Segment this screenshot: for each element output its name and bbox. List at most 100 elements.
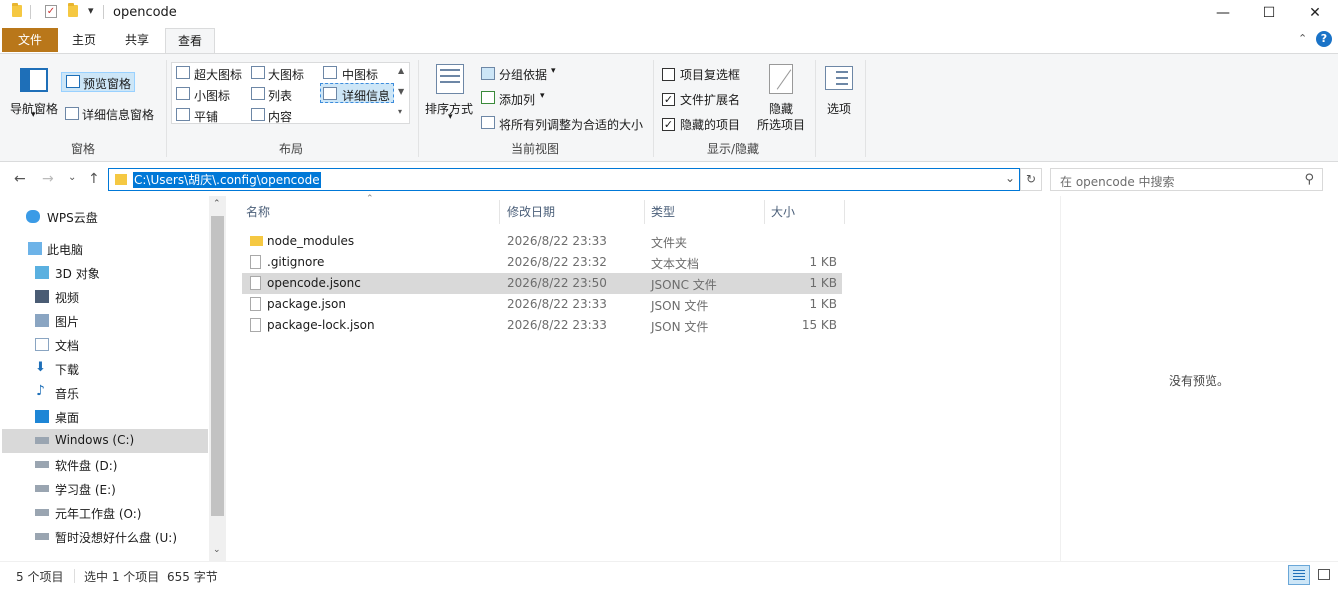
nav-item-downloads[interactable]: ⬇ 下载 xyxy=(2,357,208,381)
new-folder-icon[interactable] xyxy=(68,3,82,19)
refresh-button[interactable]: ↻ xyxy=(1020,168,1042,191)
nav-item-3d-objects[interactable]: 3D 对象 xyxy=(2,261,208,285)
tab-view[interactable]: 查看 xyxy=(165,28,215,55)
layout-details-selected[interactable]: 详细信息 xyxy=(320,83,394,103)
item-checkboxes-checkbox[interactable] xyxy=(662,68,675,81)
nav-item-pictures[interactable]: 图片 xyxy=(2,309,208,333)
layout-small[interactable]: 小图标 xyxy=(194,87,230,104)
layout-medium[interactable]: 中图标 xyxy=(342,66,378,83)
large-icons-view-icon xyxy=(1318,569,1330,580)
nav-item-music[interactable]: ♪ 音乐 xyxy=(2,381,208,405)
scroll-up-icon[interactable]: ⌃ xyxy=(213,199,221,209)
customize-toolbar-icon[interactable]: ▾ xyxy=(88,4,94,17)
nav-item-drive-u[interactable]: 暂时没想好什么盘 (U:) xyxy=(2,525,208,549)
maximize-button[interactable]: ☐ xyxy=(1246,0,1292,26)
gallery-expand-icon[interactable]: ▾ xyxy=(398,107,402,116)
nav-item-label: 桌面 xyxy=(55,411,80,425)
nav-item-label: 3D 对象 xyxy=(55,267,100,281)
large-icons-view-button[interactable] xyxy=(1314,565,1334,585)
search-input[interactable]: 在 opencode 中搜索 ⚲ xyxy=(1050,168,1323,191)
details-pane-button[interactable]: 详细信息窗格 xyxy=(61,104,161,124)
preview-pane-button[interactable]: 预览窗格 xyxy=(61,72,135,92)
address-bar[interactable]: C:\Users\胡庆\.config\opencode ⌄ xyxy=(108,168,1020,191)
navigation-pane: WPS云盘 此电脑 3D 对象 视频 图片 文档 ⬇ 下载 ♪ 音乐 桌面 Wi… xyxy=(0,196,226,561)
address-path[interactable]: C:\Users\胡庆\.config\opencode xyxy=(133,172,321,188)
status-bar: 5 个项目 选中 1 个项目 655 字节 xyxy=(0,561,1338,589)
tab-file[interactable]: 文件 xyxy=(2,28,58,52)
nav-item-desktop[interactable]: 桌面 xyxy=(2,405,208,429)
chevron-down-icon[interactable]: ▾ xyxy=(551,66,556,76)
file-row[interactable]: .gitignore 2026/8/22 23:32 文本文档 1 KB xyxy=(242,252,842,273)
properties-icon[interactable]: ✓ xyxy=(45,5,57,18)
up-button[interactable]: ↑ xyxy=(88,171,100,187)
column-header-modified[interactable]: 修改日期 xyxy=(507,201,555,225)
nav-item-wps-cloud[interactable]: WPS云盘 xyxy=(2,205,208,229)
search-placeholder: 在 opencode 中搜索 xyxy=(1060,175,1175,189)
details-view-button[interactable] xyxy=(1288,565,1310,585)
nav-item-videos[interactable]: 视频 xyxy=(2,285,208,309)
chevron-down-icon[interactable]: ▾ xyxy=(540,91,545,101)
nav-item-this-pc[interactable]: 此电脑 xyxy=(2,237,208,261)
forward-button[interactable]: → xyxy=(42,171,54,187)
chevron-down-icon[interactable]: ▾ xyxy=(448,112,453,122)
layout-list[interactable]: 列表 xyxy=(268,87,292,104)
minimize-button[interactable]: — xyxy=(1200,0,1246,26)
nav-item-documents[interactable]: 文档 xyxy=(2,333,208,357)
file-row[interactable]: node_modules 2026/8/22 23:33 文件夹 xyxy=(242,231,842,252)
file-row[interactable]: package.json 2026/8/22 23:33 JSON 文件 1 K… xyxy=(242,294,842,315)
file-row[interactable]: package-lock.json 2026/8/22 23:33 JSON 文… xyxy=(242,315,842,336)
group-label-panes: 窗格 xyxy=(70,142,95,156)
layout-large[interactable]: 大图标 xyxy=(268,66,304,83)
hide-selected-button[interactable]: 隐藏 xyxy=(769,100,793,117)
nav-item-drive-e[interactable]: 学习盘 (E:) xyxy=(2,477,208,501)
scroll-down-icon[interactable]: ⌄ xyxy=(213,545,221,555)
group-by-icon xyxy=(481,67,495,80)
nav-item-drive-c[interactable]: Windows (C:) xyxy=(2,429,208,453)
recent-locations-icon[interactable]: ⌄ xyxy=(68,172,76,183)
column-header-size[interactable]: 大小 xyxy=(771,201,795,225)
column-header-name[interactable]: 名称 xyxy=(246,201,270,225)
layout-content[interactable]: 内容 xyxy=(268,108,292,125)
options-button[interactable]: 选项 xyxy=(827,100,851,117)
tab-home[interactable]: 主页 xyxy=(62,28,106,52)
column-divider[interactable] xyxy=(644,200,645,224)
nav-item-label: 音乐 xyxy=(55,387,80,401)
close-button[interactable]: ✕ xyxy=(1292,0,1338,26)
address-dropdown-icon[interactable]: ⌄ xyxy=(1005,171,1015,185)
layout-tiles[interactable]: 平铺 xyxy=(194,108,218,125)
search-icon[interactable]: ⚲ xyxy=(1304,172,1314,187)
music-icon: ♪ xyxy=(36,383,45,399)
file-row-selected[interactable]: opencode.jsonc 2026/8/22 23:50 JSONC 文件 … xyxy=(242,273,842,294)
add-columns-button[interactable]: 添加列 xyxy=(499,91,535,108)
back-button[interactable]: ← xyxy=(14,171,26,187)
nav-item-drive-d[interactable]: 软件盘 (D:) xyxy=(2,453,208,477)
help-icon[interactable]: ? xyxy=(1316,31,1332,47)
column-divider[interactable] xyxy=(844,200,845,224)
file-extensions-checkbox[interactable]: ✓ xyxy=(662,93,675,106)
chevron-down-icon[interactable]: ▾ xyxy=(31,110,36,120)
sort-indicator-icon: ⌃ xyxy=(366,194,374,204)
options-icon[interactable] xyxy=(825,66,853,90)
group-by-button[interactable]: 分组依据 xyxy=(499,66,547,83)
fit-columns-button[interactable]: 将所有列调整为合适的大小 xyxy=(499,116,643,133)
group-label-layout: 布局 xyxy=(278,142,303,156)
hidden-items-checkbox[interactable]: ✓ xyxy=(662,118,675,131)
preview-pane-label: 预览窗格 xyxy=(83,77,132,91)
navigation-pane-icon[interactable] xyxy=(20,68,48,92)
column-divider[interactable] xyxy=(764,200,765,224)
layout-extra-large[interactable]: 超大图标 xyxy=(194,66,242,83)
nav-item-label: 视频 xyxy=(55,291,80,305)
gallery-up-icon[interactable]: ▲ xyxy=(398,66,404,75)
nav-scrollbar[interactable]: ⌃ ⌄ xyxy=(209,196,226,561)
hide-selected-icon[interactable] xyxy=(769,64,793,94)
column-divider[interactable] xyxy=(499,200,500,224)
column-header-type[interactable]: 类型 xyxy=(651,201,675,225)
gallery-down-icon[interactable]: ▼ xyxy=(398,87,404,96)
sort-by-icon[interactable] xyxy=(436,64,464,94)
scrollbar-thumb[interactable] xyxy=(211,216,224,516)
tab-share[interactable]: 共享 xyxy=(114,28,160,52)
collapse-ribbon-icon[interactable]: ⌃ xyxy=(1298,32,1307,45)
hide-selected-button-line2[interactable]: 所选项目 xyxy=(757,116,805,133)
nav-item-drive-o[interactable]: 元年工作盘 (O:) xyxy=(2,501,208,525)
small-icons-icon xyxy=(176,87,190,100)
